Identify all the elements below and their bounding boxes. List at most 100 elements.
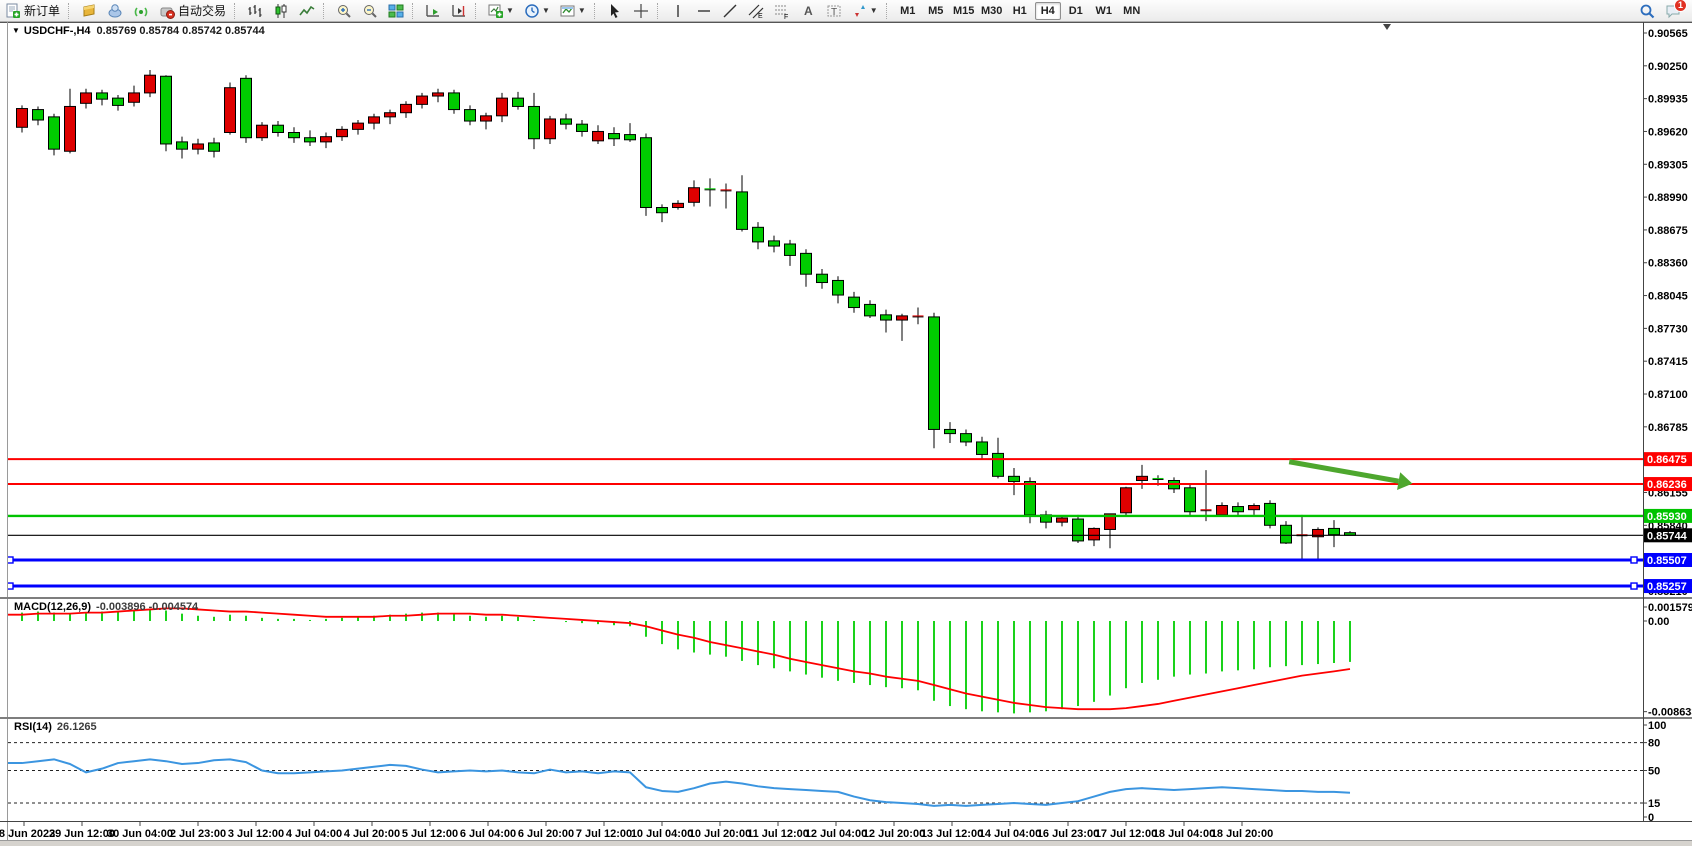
equidistant-channel-icon: E [748,3,764,19]
auto-scroll-button[interactable] [421,1,445,21]
price-axis-tick: 0.87730 [1648,323,1688,335]
candle [49,114,60,156]
candlestick-button[interactable] [269,1,293,21]
templates-button[interactable]: ▼ [556,1,590,21]
line-chart-icon [299,3,315,19]
time-axis-label: 28 Jun 2023 [0,828,55,840]
auto-scroll-icon [425,3,441,19]
rsi-value: 26.1265 [57,721,97,733]
search-button[interactable] [1635,1,1659,21]
price-axis-tick: 0.86785 [1648,422,1688,434]
rsi-axis-label: 80 [1648,738,1660,750]
svg-text:0.85930: 0.85930 [1647,511,1687,523]
price-axis-tick: 0.90250 [1648,61,1688,73]
price-axis-tick: 0.89620 [1648,126,1688,138]
horizontal-line-icon [696,3,712,19]
chart-shift-button[interactable] [447,1,471,21]
signals-button[interactable] [129,1,153,21]
timeframe-button-MN[interactable]: MN [1119,2,1145,20]
toolbar: 新订单 自动交易 [0,0,1692,22]
mt4-window: 新订单 自动交易 [0,0,1692,846]
candle [641,134,652,216]
price-axis-tick: 0.88360 [1648,258,1688,270]
cursor-button[interactable] [603,1,627,21]
tile-windows-button[interactable] [384,1,408,21]
time-axis-label: 12 Jul 04:00 [805,828,867,840]
price-tag-0.86475: 0.86475 [1644,452,1692,466]
svg-text:E: E [758,13,763,19]
arrows-button[interactable]: ▼ [848,1,882,21]
price-tag-0.86236: 0.86236 [1644,477,1692,491]
crosshair-button[interactable] [629,1,653,21]
toolbar-separator [657,3,662,19]
timeframe-button-M5[interactable]: M5 [923,2,949,20]
autotrading-button[interactable]: 自动交易 [155,1,230,21]
chart-canvas[interactable]: 0.905650.902500.899350.896200.893050.889… [0,0,1692,846]
equidistant-channel-button[interactable]: E [744,1,768,21]
template-icon [560,3,576,19]
price-axis-tick: 0.88990 [1648,192,1688,204]
vertical-line-icon [670,3,686,19]
svg-text:T: T [831,7,837,18]
candle [225,82,236,134]
zoom-in-button[interactable] [332,1,356,21]
timeframe-button-M1[interactable]: M1 [895,2,921,20]
fibonacci-button[interactable]: F [770,1,794,21]
new-order-label: 新订单 [24,2,60,19]
line-chart-button[interactable] [295,1,319,21]
autotrading-label: 自动交易 [178,2,226,19]
community-button[interactable] [103,1,127,21]
timeframe-button-W1[interactable]: W1 [1091,2,1117,20]
rsi-axis-label: 0 [1648,812,1654,824]
new-order-button[interactable]: 新订单 [1,1,64,21]
price-tag-0.85930: 0.85930 [1644,509,1692,523]
vertical-line-button[interactable] [666,1,690,21]
symbol-dropdown-icon[interactable]: ▼ [12,26,20,35]
new-chart-button[interactable]: ▼ [484,1,518,21]
timeframe-button-D1[interactable]: D1 [1063,2,1089,20]
timeframe-button-H4[interactable]: H4 [1035,2,1061,20]
rsi-axis-label: 50 [1648,766,1660,778]
text-button[interactable]: A [796,1,820,21]
line-handle[interactable] [1631,557,1637,563]
svg-text:0.85257: 0.85257 [1647,581,1687,593]
chevron-down-icon: ▼ [870,6,878,15]
zoom-out-icon [362,3,378,19]
svg-text:F: F [784,14,788,19]
time-axis-label: 4 Jul 20:00 [344,828,400,840]
time-axis-label: 2 Jul 23:00 [170,828,226,840]
time-axis-label: 5 Jul 12:00 [402,828,458,840]
price-tag-0.85744: 0.85744 [1644,528,1692,542]
chevron-down-icon: ▼ [542,6,550,15]
chat-bubble-icon: 1 [1665,3,1681,19]
timeframe-button-M30[interactable]: M30 [979,2,1005,20]
candle [1265,500,1276,528]
zoom-out-button[interactable] [358,1,382,21]
candle [241,75,252,143]
time-axis-label: 10 Jul 04:00 [631,828,693,840]
metaeditor-button[interactable] [77,1,101,21]
metaeditor-icon [81,3,97,19]
time-axis-label: 29 Jun 12:00 [49,828,115,840]
rsi-indicator-label: RSI(14)26.1265 [14,721,97,733]
periods-button[interactable]: ▼ [520,1,554,21]
price-axis-tick: 0.87100 [1648,389,1688,401]
time-axis-label: 18 Jul 04:00 [1153,828,1215,840]
time-axis-label: 10 Jul 20:00 [689,828,751,840]
line-handle[interactable] [1631,583,1637,589]
toolbar-separator [475,3,480,19]
time-axis-label: 17 Jul 12:00 [1095,828,1157,840]
bar-chart-button[interactable] [243,1,267,21]
timeframe-button-H1[interactable]: H1 [1007,2,1033,20]
chart-window-bg [0,22,1692,846]
timeframe-button-M15[interactable]: M15 [951,2,977,20]
candlestick-icon [273,3,289,19]
trendline-button[interactable] [718,1,742,21]
text-label-button[interactable]: T [822,1,846,21]
price-tag-0.85257: 0.85257 [1644,579,1692,593]
notifications-button[interactable]: 1 [1661,1,1685,21]
candle [1121,487,1132,516]
time-axis-label: 16 Jul 23:00 [1037,828,1099,840]
horizontal-line-button[interactable] [692,1,716,21]
search-icon [1639,3,1655,19]
